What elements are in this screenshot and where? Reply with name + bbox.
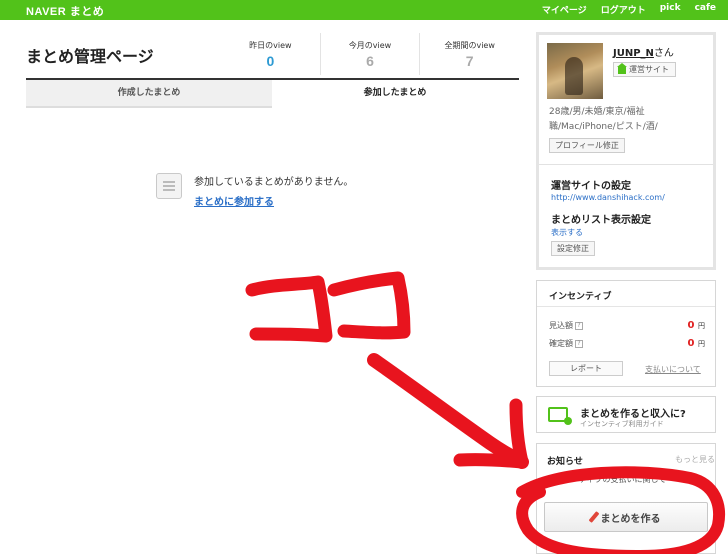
news-more-link[interactable]: もっと見る	[675, 454, 715, 465]
edit-profile-button[interactable]: プロフィール修正	[549, 138, 625, 153]
profile-panel: JUNP_Nさん 運営サイト 28歳/男/未婚/東京/福祉 職/Mac/iPho…	[536, 32, 716, 270]
top-nav: マイページ ログアウト pick cafe	[542, 3, 716, 16]
help-icon[interactable]: ?	[575, 321, 583, 330]
create-matome-button[interactable]: まとめを作る	[544, 502, 708, 532]
stat-this-month: 今月のview 6	[319, 33, 420, 75]
bio-line: 職/Mac/iPhone/ピスト/酒/	[549, 122, 658, 132]
news-item[interactable]: インセンティブの支払いに関して	[547, 474, 713, 485]
news-title: お知らせ	[547, 457, 583, 467]
amount-value: 0	[687, 338, 695, 349]
estimated-amount-row: 見込額? 0 円	[549, 320, 705, 331]
stat-value: 0	[266, 53, 275, 69]
guide-title: まとめを作ると収入に?	[580, 409, 686, 420]
document-icon	[156, 173, 182, 199]
confirmed-amount-row: 確定額? 0 円	[549, 338, 705, 349]
list-setting-value[interactable]: 表示する	[551, 227, 583, 238]
user-name-suffix: さん	[653, 48, 674, 59]
managed-site-label: 運営サイト	[629, 65, 669, 74]
row-label: 見込額	[549, 321, 573, 330]
profile-bio: 28歳/男/未婚/東京/福祉 職/Mac/iPhone/ピスト/酒/	[549, 105, 711, 135]
page-title: まとめ管理ページ	[26, 47, 154, 66]
annotation-arrow-shaft	[367, 353, 529, 469]
amount-value: 0	[687, 320, 695, 331]
list-settings-title: まとめリスト表示設定	[551, 215, 651, 226]
stat-label: 全期間のview	[444, 41, 495, 50]
managed-site-button[interactable]: 運営サイト	[613, 62, 676, 77]
bio-line: 28歳/男/未婚/東京/福祉	[549, 107, 645, 117]
edit-settings-button[interactable]: 設定修正	[551, 241, 595, 256]
nav-mypage-link[interactable]: マイページ	[542, 3, 587, 16]
payment-info-link[interactable]: 支払いについて	[645, 364, 701, 375]
amount-unit: 円	[698, 340, 705, 348]
empty-message: 参加しているまとめがありません。	[194, 177, 354, 188]
incentive-header: インセンティブ	[537, 281, 715, 307]
stat-value: 7	[465, 53, 474, 69]
nav-cafe-link[interactable]: cafe	[695, 3, 716, 16]
incentive-title: インセンティブ	[549, 292, 612, 302]
stat-label: 昨日のview	[249, 41, 292, 50]
top-bar: NAVER まとめ マイページ ログアウト pick cafe	[0, 0, 728, 20]
incentive-panel: インセンティブ 見込額? 0 円 確定額? 0 円 レポート 支払いについて	[536, 280, 716, 387]
tab-joined-matome[interactable]: 参加したまとめ	[272, 80, 518, 108]
stat-label: 今月のview	[348, 41, 392, 50]
user-name: JUNP_Nさん	[613, 44, 674, 59]
pencil-icon	[588, 511, 599, 523]
naver-matome-logo[interactable]: NAVER まとめ	[26, 3, 104, 19]
guide-subtitle: インセンティブ利用ガイド	[580, 420, 664, 428]
site-settings-title: 運営サイトの設定	[551, 181, 631, 192]
money-icon	[548, 407, 572, 425]
annotation-ko-1	[245, 275, 333, 343]
view-stats: 昨日のview 0 今月のview 6 全期間のview 7	[221, 33, 519, 75]
row-label: 確定額	[549, 339, 573, 348]
incentive-guide-banner[interactable]: まとめを作ると収入に? インセンティブ利用ガイド	[536, 396, 716, 433]
create-matome-label: まとめを作る	[600, 513, 661, 525]
user-name-link[interactable]: JUNP_N	[613, 48, 654, 59]
nav-pick-link[interactable]: pick	[660, 3, 681, 16]
avatar[interactable]	[547, 43, 603, 99]
nav-logout-link[interactable]: ログアウト	[601, 3, 646, 16]
home-icon	[617, 63, 627, 74]
divider	[539, 164, 713, 165]
annotation-ko-2	[327, 271, 411, 340]
stat-yesterday: 昨日のview 0	[221, 33, 320, 75]
amount-unit: 円	[698, 322, 705, 330]
stat-value: 6	[366, 53, 374, 69]
site-url-link[interactable]: http://www.danshihack.com/	[551, 193, 665, 202]
news-panel: お知らせ もっと見る インセンティブの支払いに関して まとめを作る	[536, 443, 716, 554]
tab-created-matome[interactable]: 作成したまとめ	[26, 80, 272, 108]
join-matome-link[interactable]: まとめに参加する	[194, 193, 274, 208]
stat-all-time: 全期間のview 7	[419, 33, 519, 75]
matome-tabs: 作成したまとめ 参加したまとめ	[26, 80, 519, 108]
help-icon[interactable]: ?	[575, 339, 583, 348]
report-button[interactable]: レポート	[549, 361, 623, 376]
annotation-arrow-head	[453, 398, 529, 469]
